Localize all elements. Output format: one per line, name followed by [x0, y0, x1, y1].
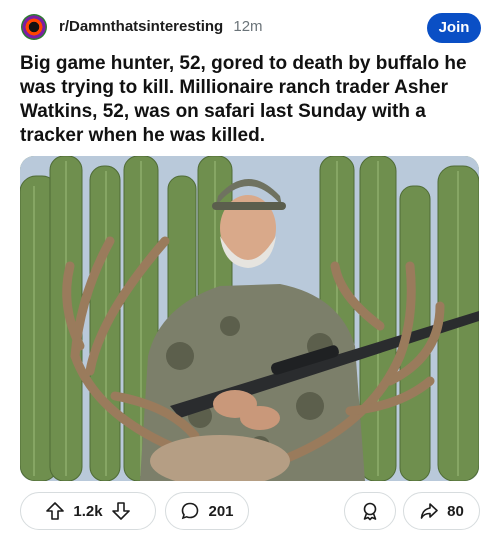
comment-icon	[182, 502, 199, 520]
comments-button[interactable]: 201	[165, 492, 249, 530]
award-icon	[363, 502, 377, 521]
vote-count: 1.2k	[73, 502, 103, 520]
action-bar: 1.2k 201 80	[20, 492, 480, 532]
downvote-icon[interactable]	[111, 501, 131, 521]
upvote-icon[interactable]	[45, 501, 65, 521]
subreddit-name[interactable]: r/Damnthatsinteresting	[59, 18, 223, 35]
post-title[interactable]: Big game hunter, 52, gored to death by b…	[20, 52, 480, 148]
join-button[interactable]: Join	[427, 13, 481, 43]
share-icon	[420, 503, 438, 519]
subreddit-avatar[interactable]	[21, 14, 47, 40]
award-button[interactable]	[344, 492, 396, 530]
comment-count: 201	[208, 502, 234, 520]
vote-control: 1.2k	[20, 492, 156, 530]
post-time: 12m	[233, 18, 263, 35]
share-button[interactable]: 80	[403, 492, 480, 530]
post-header: r/Damnthatsinteresting 12m Join	[18, 12, 481, 46]
post-image[interactable]	[20, 156, 479, 481]
share-count: 80	[447, 502, 464, 520]
subreddit-name-row: r/Damnthatsinteresting 12m	[59, 18, 263, 35]
hunter-photo	[20, 156, 479, 481]
